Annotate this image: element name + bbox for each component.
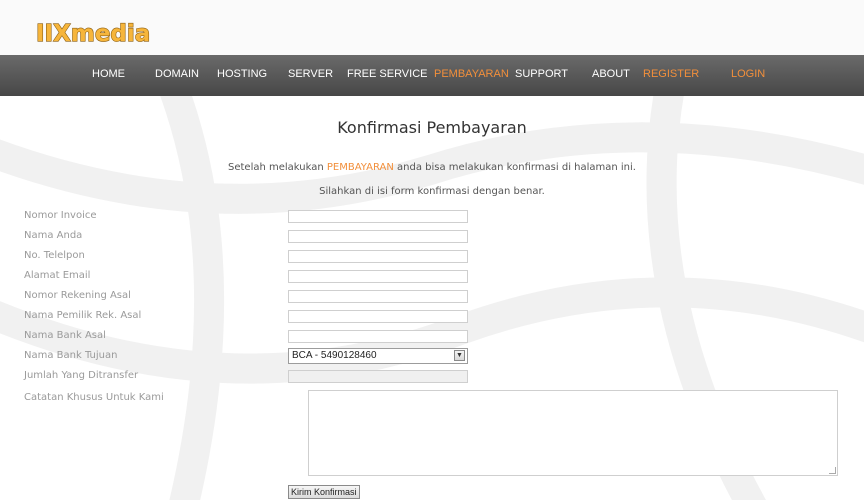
label-nama-bank-asal: Nama Bank Asal xyxy=(24,330,106,341)
iixmedia-logo[interactable]: IIXmedia xyxy=(36,20,186,46)
intro-text-after: anda bisa melakukan konfirmasi di halama… xyxy=(393,162,636,173)
nav-hosting[interactable]: HOSTING xyxy=(217,68,267,80)
chevron-down-icon[interactable]: ▼ xyxy=(454,350,465,361)
nav-home[interactable]: HOME xyxy=(92,68,125,80)
nama-bank-asal-input[interactable] xyxy=(288,330,468,343)
nama-anda-input[interactable] xyxy=(288,230,468,243)
svg-text:IIXmedia: IIXmedia xyxy=(36,21,150,46)
label-nama-pemilik-rek: Nama Pemilik Rek. Asal xyxy=(24,310,142,321)
main-content: Konfirmasi Pembayaran Setelah melakukan … xyxy=(0,96,864,500)
nav-domain[interactable]: DOMAIN xyxy=(155,68,199,80)
no-telepon-input[interactable] xyxy=(288,250,468,263)
label-alamat-email: Alamat Email xyxy=(24,270,91,281)
logo-bar: IIXmedia xyxy=(0,0,864,55)
nav-about[interactable]: ABOUT xyxy=(592,68,630,80)
label-no-telepon: No. Telelpon xyxy=(24,250,85,261)
nav-support[interactable]: SUPPORT xyxy=(515,68,568,80)
bank-tujuan-value: BCA - 5490128460 xyxy=(292,350,377,361)
label-nama-bank-tujuan: Nama Bank Tujuan xyxy=(24,350,118,361)
nav-login[interactable]: LOGIN xyxy=(731,68,765,80)
nav-pembayaran[interactable]: PEMBAYARAN xyxy=(434,68,509,80)
intro-line-2: Silahkan di isi form konfirmasi dengan b… xyxy=(319,186,545,197)
alamat-email-input[interactable] xyxy=(288,270,468,283)
nav-free-service[interactable]: FREE SERVICE xyxy=(347,68,428,80)
resize-grip-icon[interactable] xyxy=(829,467,836,474)
catatan-textarea[interactable] xyxy=(308,390,838,476)
nomor-rekening-asal-input[interactable] xyxy=(288,290,468,303)
nav-register[interactable]: REGISTER xyxy=(643,68,699,80)
nomor-invoice-input[interactable] xyxy=(288,210,468,223)
label-catatan: Catatan Khusus Untuk Kami xyxy=(24,392,164,403)
nav-server[interactable]: SERVER xyxy=(288,68,333,80)
nama-pemilik-rek-input[interactable] xyxy=(288,310,468,323)
label-jumlah-ditransfer: Jumlah Yang Ditransfer xyxy=(24,370,139,381)
label-nama-anda: Nama Anda xyxy=(24,230,83,241)
intro-highlight: PEMBAYARAN xyxy=(326,162,394,173)
label-nomor-invoice: Nomor Invoice xyxy=(24,210,97,221)
site-header: IIXmedia HOME DOMAIN HOSTING SERVER FREE… xyxy=(0,0,864,96)
main-nav: HOME DOMAIN HOSTING SERVER FREE SERVICE … xyxy=(0,55,864,96)
intro-text-before: Setelah melakukan xyxy=(228,162,327,173)
label-nomor-rekening-asal: Nomor Rekening Asal xyxy=(24,290,131,301)
intro-line-1: Setelah melakukan PEMBAYARAN anda bisa m… xyxy=(0,162,864,173)
kirim-konfirmasi-button[interactable]: Kirim Konfirmasi xyxy=(288,485,360,499)
bank-tujuan-select[interactable]: BCA - 5490128460 ▼ xyxy=(288,348,468,364)
jumlah-ditransfer-input[interactable] xyxy=(288,370,468,383)
page-title: Konfirmasi Pembayaran xyxy=(337,118,527,137)
